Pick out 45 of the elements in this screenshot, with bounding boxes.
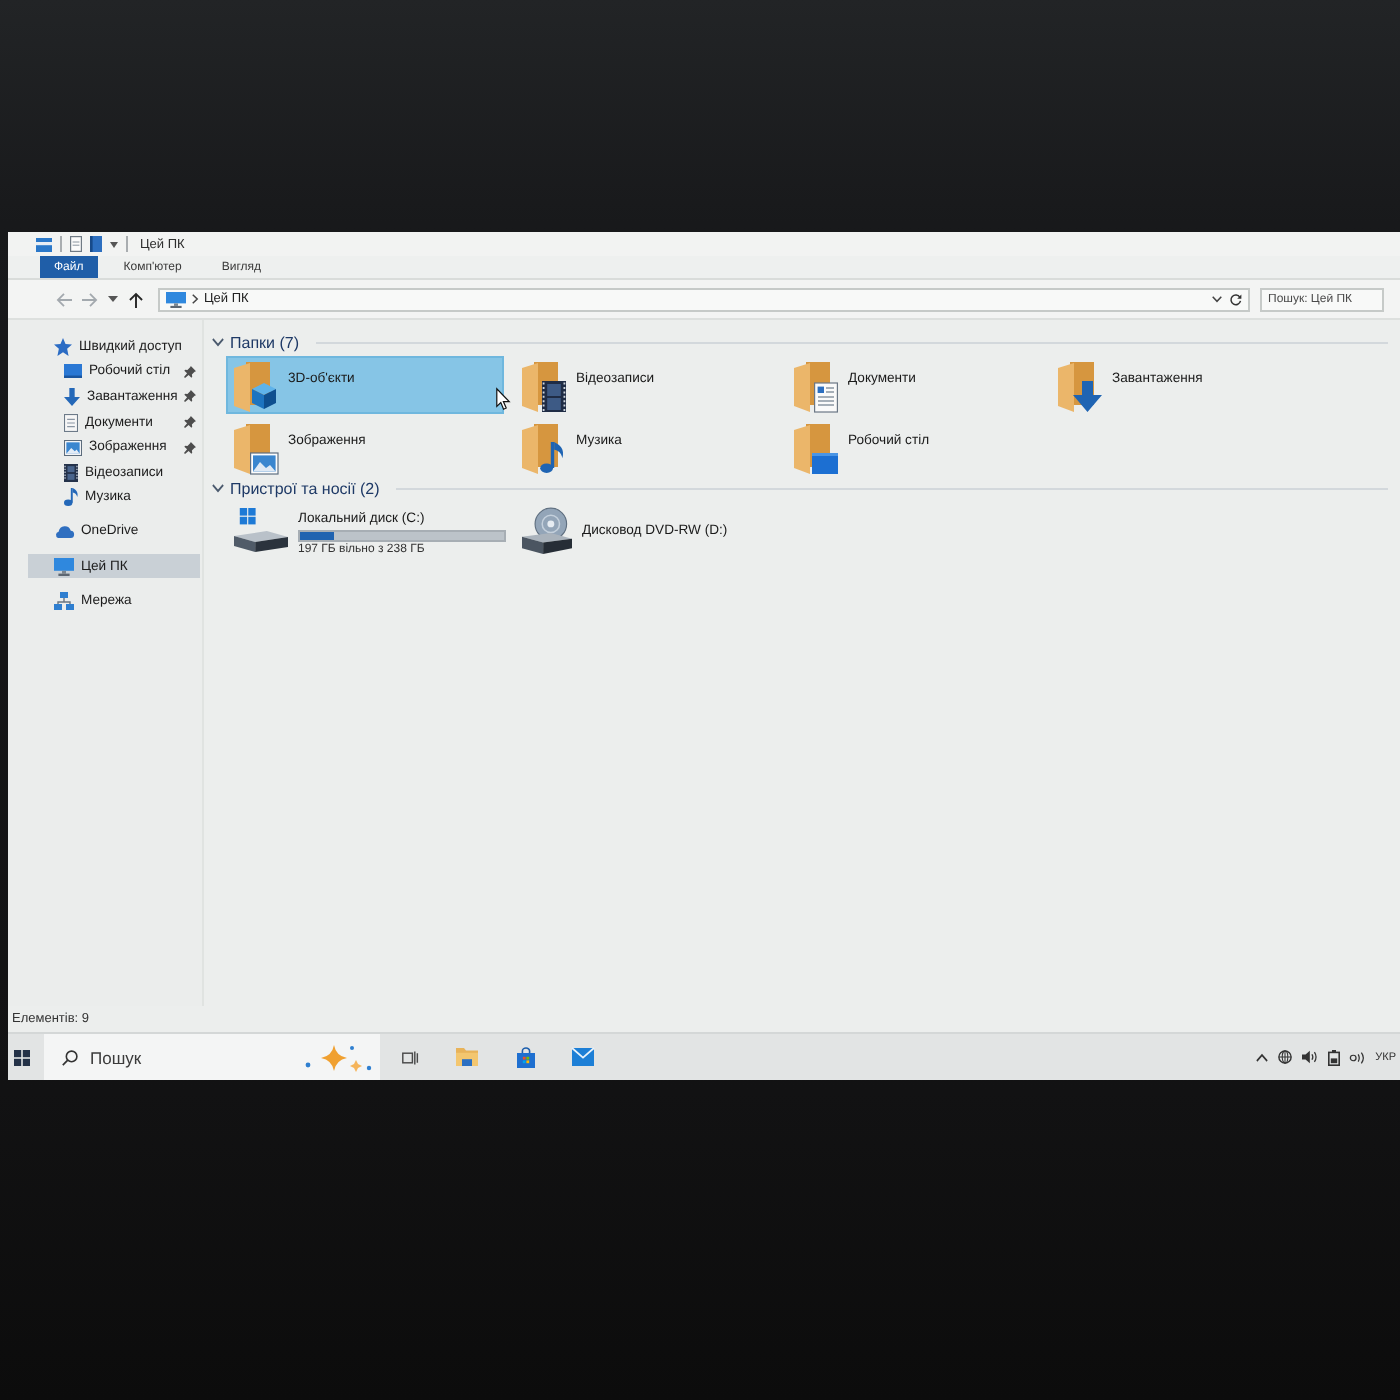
hard-drive-icon [234,508,288,552]
dvd-drive-icon [522,508,572,554]
picture-icon [64,439,82,456]
chevron-up-icon[interactable] [1255,1053,1268,1061]
windows-logo-icon[interactable] [14,1049,30,1065]
arrow-up-icon[interactable] [128,291,144,307]
mail-icon[interactable] [572,1048,594,1066]
task-view-icon[interactable] [401,1049,417,1065]
download-folder-icon [1058,362,1102,412]
cube-folder-icon [234,362,278,412]
music-note-icon [64,488,78,507]
sound-wave-icon[interactable] [1349,1051,1366,1063]
search-icon [62,1049,78,1065]
chevron-down-icon[interactable] [1212,296,1222,302]
cloud-icon [54,524,74,539]
music-folder-icon [522,424,566,474]
battery-icon[interactable] [1327,1049,1340,1065]
caret-down-icon[interactable] [108,296,118,302]
shopping-bag-icon[interactable] [515,1047,535,1067]
document-folder-icon [794,362,838,412]
chevron-right-icon[interactable] [192,294,198,304]
document-icon [64,413,78,432]
desktop-icon [64,364,82,379]
film-icon [64,463,78,482]
picture-folder-icon [234,424,278,474]
group-header[interactable]: Пристрої та носії (2) [212,476,1400,500]
computer-icon [54,557,74,576]
film-folder-icon [522,362,566,412]
sparkle-icon [304,1043,372,1071]
speaker-icon[interactable] [1301,1050,1318,1064]
folder-icon[interactable] [456,1048,478,1066]
caret-down-icon[interactable] [110,241,118,247]
network-icon [54,591,74,610]
window-icon[interactable] [36,237,52,251]
refresh-icon[interactable] [1230,293,1242,305]
document-icon[interactable] [70,236,82,252]
globe-icon[interactable] [1277,1050,1292,1064]
search-field[interactable]: Пошук [44,1034,380,1080]
download-icon [64,387,80,406]
desktop-folder-icon [794,424,838,474]
cursor-icon [496,388,510,410]
star-icon [54,337,72,356]
computer-icon [166,291,186,307]
search-input[interactable]: Пошук [90,1043,292,1071]
group-header[interactable]: Папки (7) [212,330,1400,354]
